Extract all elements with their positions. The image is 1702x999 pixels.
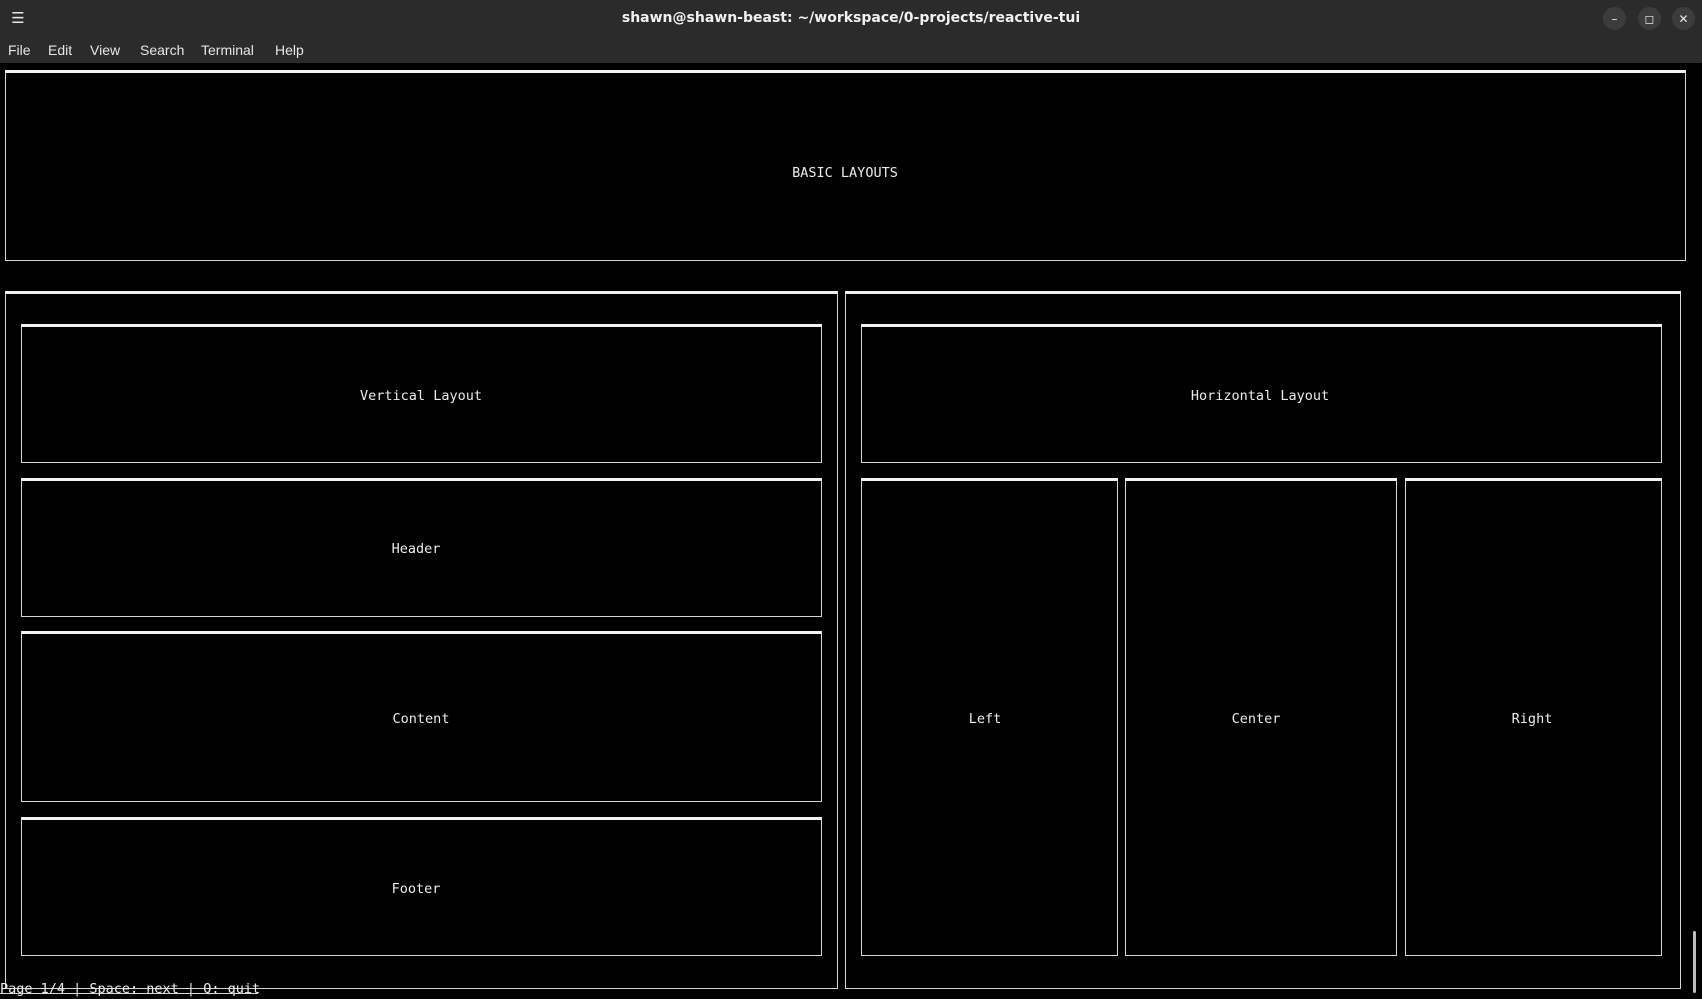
menu-file[interactable]: File xyxy=(8,37,31,63)
menu-terminal[interactable]: Terminal xyxy=(201,37,254,63)
hamburger-menu-icon[interactable]: ☰ xyxy=(8,8,28,28)
title-bar: ☰ shawn@shawn-beast: ~/workspace/0-proje… xyxy=(0,0,1702,37)
footer-label: Footer xyxy=(391,881,441,897)
terminal-scrollbar[interactable] xyxy=(1693,931,1696,993)
close-icon[interactable]: ✕ xyxy=(1672,7,1695,30)
menu-help[interactable]: Help xyxy=(275,37,304,63)
vertical-layout-label: Vertical Layout xyxy=(360,388,482,404)
right-label: Right xyxy=(1511,711,1553,727)
status-underline xyxy=(0,993,258,994)
center-label: Center xyxy=(1231,711,1281,727)
terminal-content[interactable]: BASIC LAYOUTS Vertical Layout Header Con… xyxy=(0,63,1702,999)
maximize-icon[interactable]: ◻ xyxy=(1638,7,1661,30)
tui-title: BASIC LAYOUTS xyxy=(792,165,898,181)
menu-view[interactable]: View xyxy=(90,37,120,63)
terminal-window: ☰ shawn@shawn-beast: ~/workspace/0-proje… xyxy=(0,0,1702,999)
content-label: Content xyxy=(392,711,450,727)
window-title: shawn@shawn-beast: ~/workspace/0-project… xyxy=(621,10,1081,26)
minimize-icon[interactable]: – xyxy=(1603,7,1626,30)
header-label: Header xyxy=(391,541,441,557)
menu-edit[interactable]: Edit xyxy=(48,37,72,63)
menu-search[interactable]: Search xyxy=(140,37,184,63)
left-label: Left xyxy=(968,711,1002,727)
horizontal-layout-label: Horizontal Layout xyxy=(1190,388,1330,404)
menu-bar: File Edit View Search Terminal Help xyxy=(0,37,1702,63)
status-line: Page 1/4 | Space: next | Q: quit xyxy=(0,981,261,997)
